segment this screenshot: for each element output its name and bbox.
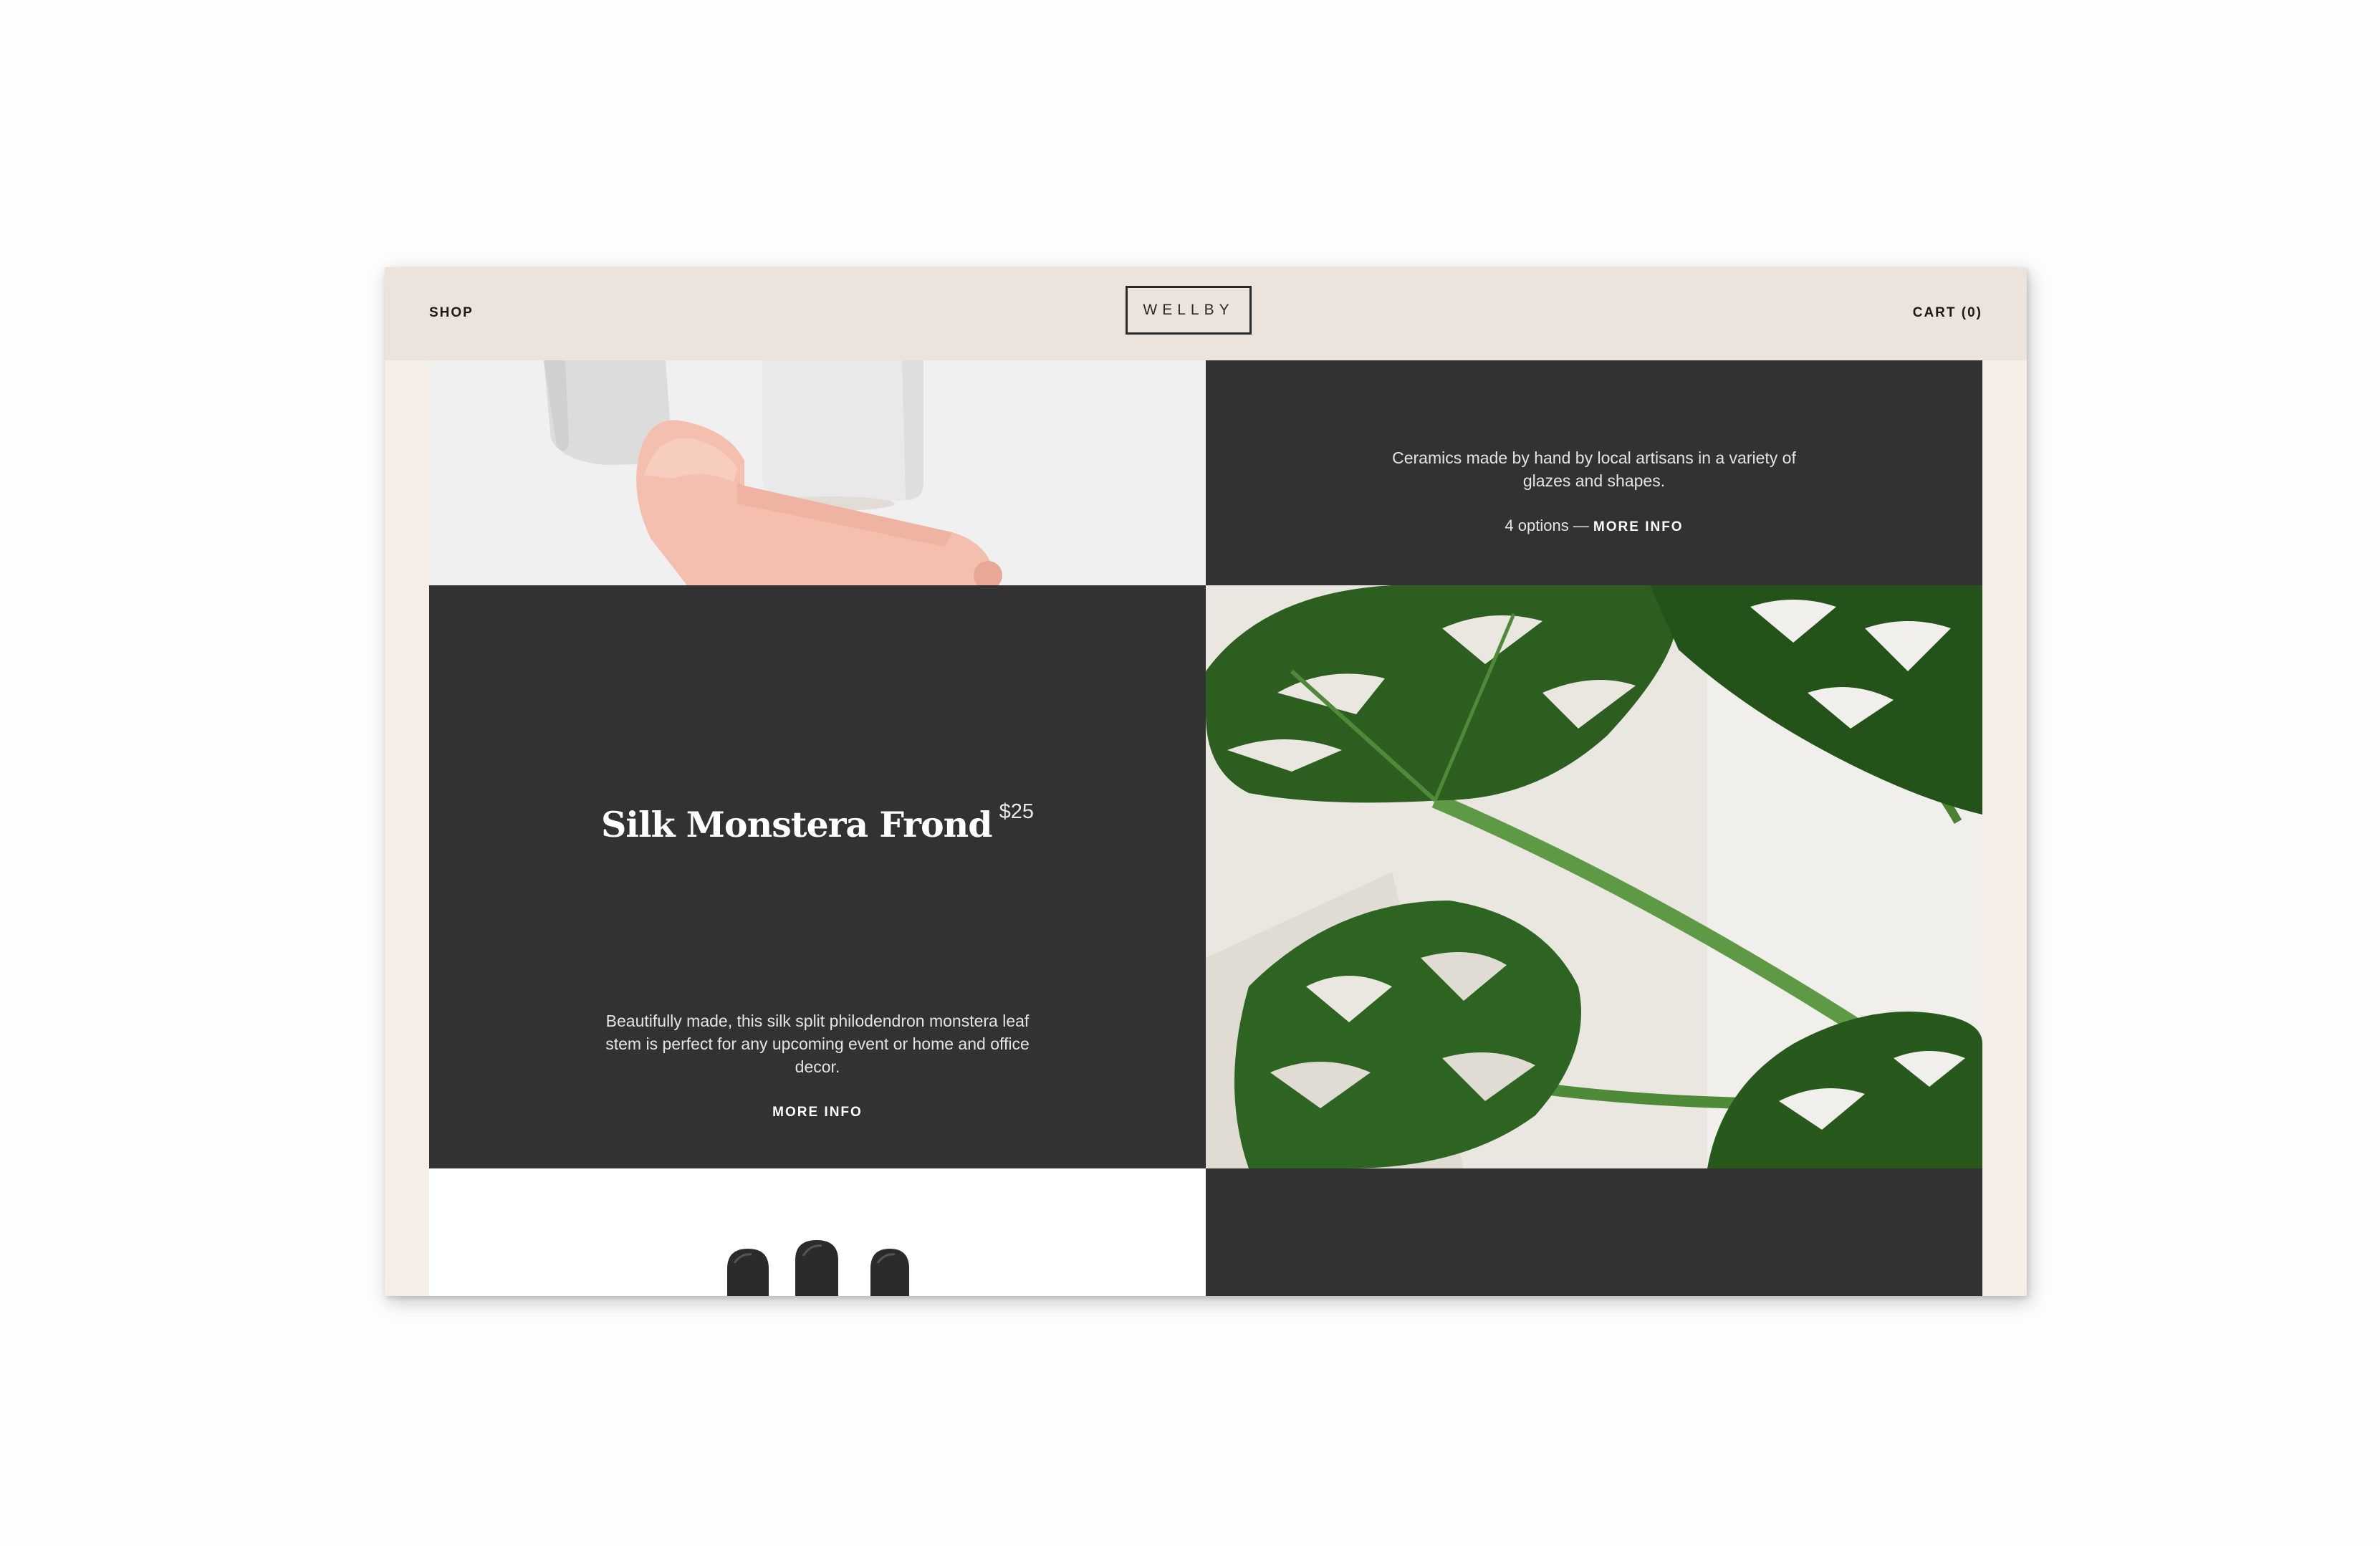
monstera-photo[interactable] [1206,585,1982,1168]
site-header: SHOP WELLBY CART (0) [385,267,2027,360]
next-product-photo[interactable] [429,1168,1206,1296]
product-grid: Ceramics made by hand by local artisans … [429,360,1982,1296]
cart-link[interactable]: CART (0) [1913,305,1982,321]
monstera-info-tile: Silk Monstera Frond $25 Beautifully made,… [429,585,1206,1168]
ceramics-more-info-link[interactable]: MORE INFO [1593,519,1684,534]
browser-window: SHOP WELLBY CART (0) Ceramics made by ha… [385,267,2027,1296]
shop-link[interactable]: SHOP [429,305,474,321]
product-description: Beautifully made, this silk split philod… [605,1012,1030,1076]
product-heading: Silk Monstera Frond $25 [429,800,1206,845]
dark-objects-image [429,1168,1206,1296]
product-more-info-link[interactable]: MORE INFO [772,1105,863,1120]
ceramics-description: Ceramics made by hand by local artisans … [1392,448,1796,490]
vases-image [429,360,1206,585]
product-more-info-wrapper: MORE INFO [429,1105,1206,1120]
next-product-info-tile [1206,1168,1982,1296]
ceramics-photo[interactable] [429,360,1206,585]
product-name[interactable]: Silk Monstera Frond [601,804,993,845]
ceramics-options: 4 options — MORE INFO [1206,517,1982,535]
ceramics-options-count: 4 options — [1505,517,1593,534]
wellby-logo[interactable]: WELLBY [1126,286,1252,335]
ceramics-info-tile: Ceramics made by hand by local artisans … [1206,360,1982,585]
product-price: $25 [999,800,1034,823]
monstera-image [1206,585,1982,1168]
